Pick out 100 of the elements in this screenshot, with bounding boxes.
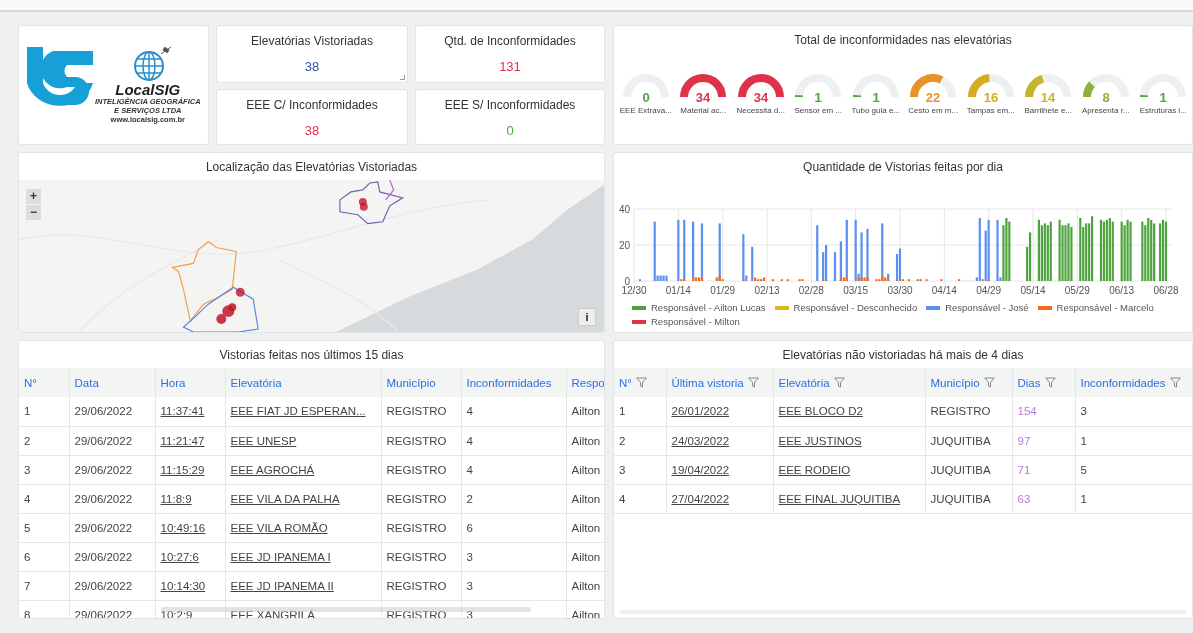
- table-cell: 4: [461, 426, 566, 455]
- table-cell[interactable]: EEE RODEIO: [773, 455, 925, 484]
- gauge-value: 14: [1041, 90, 1056, 103]
- kpi-value: 38: [304, 59, 320, 74]
- gauge-label: Necessita d...: [736, 106, 785, 115]
- table-cell: Ailton: [566, 455, 604, 484]
- info-button[interactable]: i: [578, 308, 596, 326]
- table-cell[interactable]: EEE JD IPANEMA I: [225, 542, 381, 571]
- zoom-in-button[interactable]: +: [26, 189, 41, 204]
- table-cell[interactable]: 10:14:30: [155, 571, 225, 600]
- table-cell: Ailton: [566, 513, 604, 542]
- table-cell[interactable]: EEE FIAT JD ESPERAN...: [225, 397, 381, 426]
- table-cell: 4: [461, 397, 566, 426]
- table-cell: REGISTRO: [381, 542, 461, 571]
- x-tick-label: 02/13: [754, 285, 780, 296]
- zoom-out-button[interactable]: −: [26, 205, 41, 220]
- table-cell: 29/06/2022: [69, 571, 155, 600]
- chart-bar: [833, 252, 837, 281]
- x-tick-label: 01/29: [710, 285, 736, 296]
- kpi-value: 131: [499, 59, 521, 74]
- x-tick-label: 01/14: [665, 285, 691, 296]
- filter-icon[interactable]: [983, 377, 995, 388]
- filter-icon[interactable]: [1169, 377, 1181, 388]
- x-tick-label: 03/15: [843, 285, 869, 296]
- column-header[interactable]: Data: [69, 368, 155, 397]
- table-cell[interactable]: EEE VILA ROMÃO: [225, 513, 381, 542]
- legend-label: Responsável - Milton: [651, 316, 740, 327]
- table-cell[interactable]: 10:27:6: [155, 542, 225, 571]
- table-cell[interactable]: EEE JUSTINOS: [773, 426, 925, 455]
- filter-icon[interactable]: [833, 377, 845, 388]
- table-cell[interactable]: 11:37:41: [155, 397, 225, 426]
- table-cell: REGISTRO: [381, 600, 461, 618]
- table-cell[interactable]: EEE VILA DA PALHA: [225, 484, 381, 513]
- table-cell[interactable]: 24/03/2022: [666, 426, 773, 455]
- table-cell: REGISTRO: [925, 397, 1012, 426]
- globe-icon: [132, 46, 173, 82]
- filter-icon[interactable]: [1044, 377, 1056, 388]
- table-cell: 3: [1075, 397, 1192, 426]
- legend-marker: [632, 305, 646, 310]
- table-cell: REGISTRO: [381, 513, 461, 542]
- legend-marker: [632, 319, 646, 324]
- gauge-value: 1: [1159, 90, 1167, 103]
- column-header[interactable]: N°: [619, 376, 632, 389]
- table-cell: 3: [614, 455, 666, 484]
- gauge-value: 16: [983, 90, 998, 103]
- column-header[interactable]: Hora: [155, 368, 225, 397]
- gauge-label: Tubo guia e...: [851, 106, 901, 115]
- gauge-label: Apresenta r...: [1081, 106, 1130, 115]
- table-cell[interactable]: EEE XANGRILÁ: [225, 600, 381, 618]
- table-cell[interactable]: 10:49:16: [155, 513, 225, 542]
- kpi-title: Elevatórias Vistoriadas: [251, 34, 373, 48]
- filter-icon[interactable]: [747, 377, 759, 388]
- table-cell[interactable]: 27/04/2022: [666, 484, 773, 513]
- legend-marker: [774, 305, 789, 310]
- table-cell[interactable]: EEE BLOCO D2: [773, 397, 925, 426]
- table-cell: 154: [1012, 397, 1075, 426]
- table-cell: 7: [19, 571, 69, 600]
- column-header[interactable]: Respo: [566, 368, 604, 397]
- legend-label: Responsável - Desconhecido: [793, 302, 918, 313]
- x-tick-label: 06/28: [1153, 285, 1179, 296]
- table-cell[interactable]: EEE FINAL JUQUITIBA: [773, 484, 925, 513]
- gauge-label: Tampas em...: [966, 106, 1015, 115]
- gauge-label: Barrilhete e...: [1024, 106, 1073, 115]
- y-tick-label: 0: [624, 276, 630, 287]
- table-cell: REGISTRO: [381, 426, 461, 455]
- gauge-label: Cesto em m...: [908, 106, 959, 115]
- table-cell: 5: [19, 513, 69, 542]
- column-header[interactable]: Elevatória: [225, 368, 381, 397]
- column-header[interactable]: Elevatória: [778, 376, 830, 389]
- table-cell[interactable]: 19/04/2022: [666, 455, 773, 484]
- kpi-value: 0: [506, 123, 514, 138]
- table-cell[interactable]: 10:2:9: [155, 600, 225, 618]
- table-cell: Ailton: [566, 426, 604, 455]
- panel-title: Localização das Elevatórias Vistoriadas: [204, 159, 419, 176]
- table-cell: 29/06/2022: [69, 513, 155, 542]
- column-header[interactable]: Inconformidades: [461, 368, 566, 397]
- filter-icon[interactable]: [635, 377, 647, 388]
- table-cell: 63: [1012, 484, 1075, 513]
- table-cell[interactable]: 11:15:29: [155, 455, 225, 484]
- table-cell[interactable]: 26/01/2022: [666, 397, 773, 426]
- table-cell: 6: [461, 513, 566, 542]
- panel-title: Total de inconformidades nas elevatórias: [793, 32, 1013, 49]
- column-header[interactable]: N°: [19, 368, 69, 397]
- table-cell[interactable]: EEE UNESP: [225, 426, 381, 455]
- column-header[interactable]: Município: [381, 368, 461, 397]
- table-cell[interactable]: 11:21:47: [155, 426, 225, 455]
- column-header[interactable]: Dias: [1017, 376, 1041, 389]
- table-cell: 2: [19, 426, 69, 455]
- table-cell: JUQUITIBA: [925, 455, 1012, 484]
- table-cell: 4: [614, 484, 666, 513]
- table-cell: 3: [461, 600, 566, 618]
- resize-handle-icon[interactable]: [400, 75, 405, 80]
- x-tick-label: 05/14: [1020, 285, 1046, 296]
- table-cell: 2: [461, 484, 566, 513]
- gauge-value: 1: [814, 90, 822, 103]
- kpi-title: EEE C/ Inconformidades: [246, 98, 378, 112]
- table-cell[interactable]: 11:8:9: [155, 484, 225, 513]
- table-cell[interactable]: EEE AGROCHÁ: [225, 455, 381, 484]
- gauge-value: 22: [926, 90, 941, 103]
- table-cell[interactable]: EEE JD IPANEMA II: [225, 571, 381, 600]
